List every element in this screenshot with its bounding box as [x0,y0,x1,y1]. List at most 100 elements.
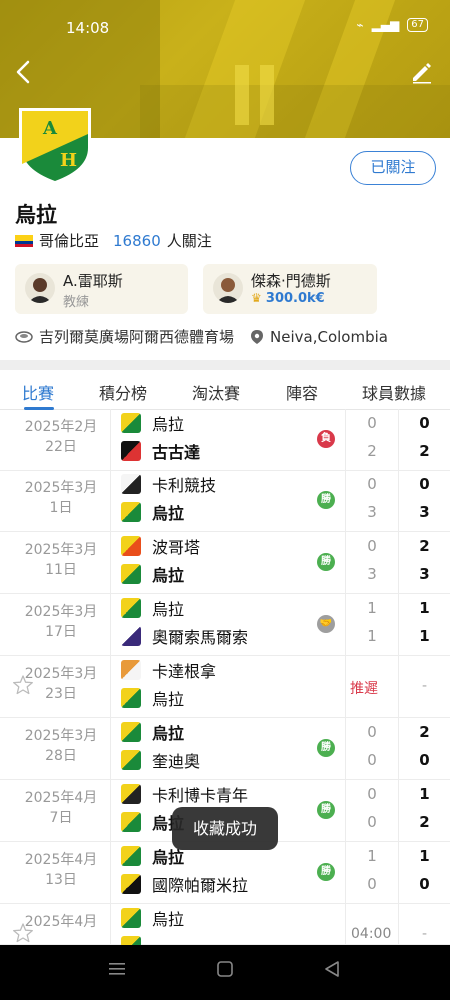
match-date: 2025年3月 11日 [14,540,108,580]
away-halftime-score: 2 [367,442,377,460]
home-halftime-score: 1 [367,599,377,617]
home-team: 烏拉 [121,906,184,930]
away-team: 烏拉 [121,562,184,586]
home-team-name: 烏拉 [152,910,185,929]
team-crest-icon [121,536,141,556]
away-team: 奎迪奧 [121,748,200,772]
home-team-name: 卡利博卡青年 [152,786,249,805]
match-date-month: 2025年2月 [24,419,98,435]
tab-player-stats[interactable]: 球員數據 [362,380,426,404]
match-result-badge: 勝 [317,491,335,509]
match-result-badge: 勝 [317,801,335,819]
home-team-name: 烏拉 [152,415,185,434]
team-name: 烏拉 [15,203,57,227]
status-bar: 14:08 ⌁ ▂▄▆ 67 [0,0,450,56]
match-status-postponed: 推遲 [350,681,378,697]
home-team-name: 波哥塔 [152,538,201,557]
status-icons: ⌁ ▂▄▆ 67 [356,18,428,32]
match-result-badge: 勝 [317,863,335,881]
match-date: 2025年3月 1日 [14,478,108,518]
team-crest-icon [121,598,141,618]
away-team: 國際帕爾米拉 [121,872,248,896]
away-halftime-score: 1 [367,627,377,645]
home-fulltime-score: 1 [419,785,430,803]
team-crest-icon [121,564,141,584]
home-team: 烏拉 [121,411,184,435]
home-halftime-score: 0 [367,785,377,803]
team-crest-icon [121,474,141,494]
match-score-placeholder: - [421,926,428,942]
tab-bar: 比賽 積分榜 淘汰賽 陣容 球員數據 [0,370,450,410]
recent-apps-icon[interactable] [108,961,126,977]
match-row[interactable]: 2025年3月 1日 卡利競技 烏拉 勝 0 3 0 3 [0,470,450,532]
stadium-name: 吉列爾莫廣場阿爾西德體育場 [39,328,235,346]
home-team: 卡利競技 [121,472,216,496]
match-row[interactable]: 2025年3月 23日 卡達根拿 烏拉 推遲 - [0,656,450,718]
match-row[interactable]: 2025年3月 11日 波哥塔 烏拉 勝 0 3 2 3 [0,532,450,594]
away-team-name: 烏拉 [152,690,185,709]
match-row[interactable]: 2025年2月 22日 烏拉 古古達 負 0 2 0 2 [0,409,450,471]
player-avatar [213,273,243,303]
tab-standings[interactable]: 積分榜 [99,380,147,404]
match-result-badge: 勝 [317,553,335,571]
away-fulltime-score: 3 [419,503,430,521]
city-name: Neiva,Colombia [270,327,388,346]
match-date-day: 23日 [45,686,77,702]
tab-matches[interactable]: 比賽 [22,380,54,404]
home-team: 烏拉 [121,596,184,620]
logo-letter-a: A [42,118,58,139]
home-team-name: 卡利競技 [152,476,217,495]
follow-button[interactable]: 已關注 [350,151,436,185]
away-halftime-score: 3 [367,565,377,583]
team-crest-icon [121,908,141,928]
player-value-row: ♛ 300.0k€ [251,291,325,306]
home-team: 波哥塔 [121,534,200,558]
coach-name: A.雷耶斯 [63,272,123,290]
match-date-day: 13日 [45,872,77,888]
home-halftime-score: 0 [367,475,377,493]
status-time: 14:08 [66,19,110,37]
tab-squad[interactable]: 陣容 [286,380,318,404]
home-halftime-score: 1 [367,847,377,865]
home-halftime-score: 0 [367,537,377,555]
venue-row: 吉列爾莫廣場阿爾西德體育場 Neiva,Colombia [15,326,388,347]
coach-card[interactable]: A.雷耶斯 教練 [15,264,188,314]
team-crest-icon [121,812,141,832]
match-row[interactable]: 2025年4月 13日 烏拉 國際帕爾米拉勝 1 0 1 0 [0,842,450,904]
back-arrow-icon[interactable] [12,58,36,86]
match-date: 2025年3月 28日 [14,726,108,766]
team-crest-icon [121,413,141,433]
away-fulltime-score: 1 [419,627,430,645]
followers-count: 16860 [113,231,161,250]
back-nav-icon[interactable] [324,961,340,977]
match-date-month: 2025年3月 [24,604,98,620]
coach-role: 教練 [63,295,90,310]
home-halftime-score: 0 [367,414,377,432]
match-date-month: 2025年3月 [24,666,98,682]
match-date-month: 2025年4月 [24,914,98,930]
team-crest-icon [121,722,141,742]
edit-pencil-icon[interactable] [410,60,434,84]
match-row[interactable]: 2025年3月 17日 烏拉 奧爾索馬爾索 🤝 1 1 1 1 [0,594,450,656]
player-name: 傑森·門德斯 [251,272,331,290]
match-row[interactable]: 2025年3月 28日 烏拉 奎迪奧 勝 0 0 2 0 [0,718,450,780]
team-crest-icon [121,502,141,522]
player-card[interactable]: 傑森·門德斯 ♛ 300.0k€ [203,264,377,314]
match-date-month: 2025年4月 [24,790,98,806]
home-team: 卡利博卡青年 [121,782,248,806]
match-date: 2025年3月 17日 [14,602,108,642]
match-date: 2025年4月 [14,912,108,932]
away-team-name: 烏拉 [152,504,185,523]
away-team-name: 國際帕爾米拉 [152,876,249,895]
home-team-name: 烏拉 [152,724,185,743]
home-icon[interactable] [216,961,234,977]
match-score-placeholder: - [421,678,428,694]
location-pin-icon [251,329,264,344]
match-date-month: 2025年4月 [24,852,98,868]
match-date-month: 2025年3月 [24,728,98,744]
tab-knockout[interactable]: 淘汰賽 [192,380,240,404]
crown-icon: ♛ [251,291,262,305]
match-row[interactable]: 2025年4月 烏拉 04:00 - [0,904,450,966]
away-team: 奧爾索馬爾索 [121,624,248,648]
draw-handshake-icon: 🤝 [317,615,335,633]
